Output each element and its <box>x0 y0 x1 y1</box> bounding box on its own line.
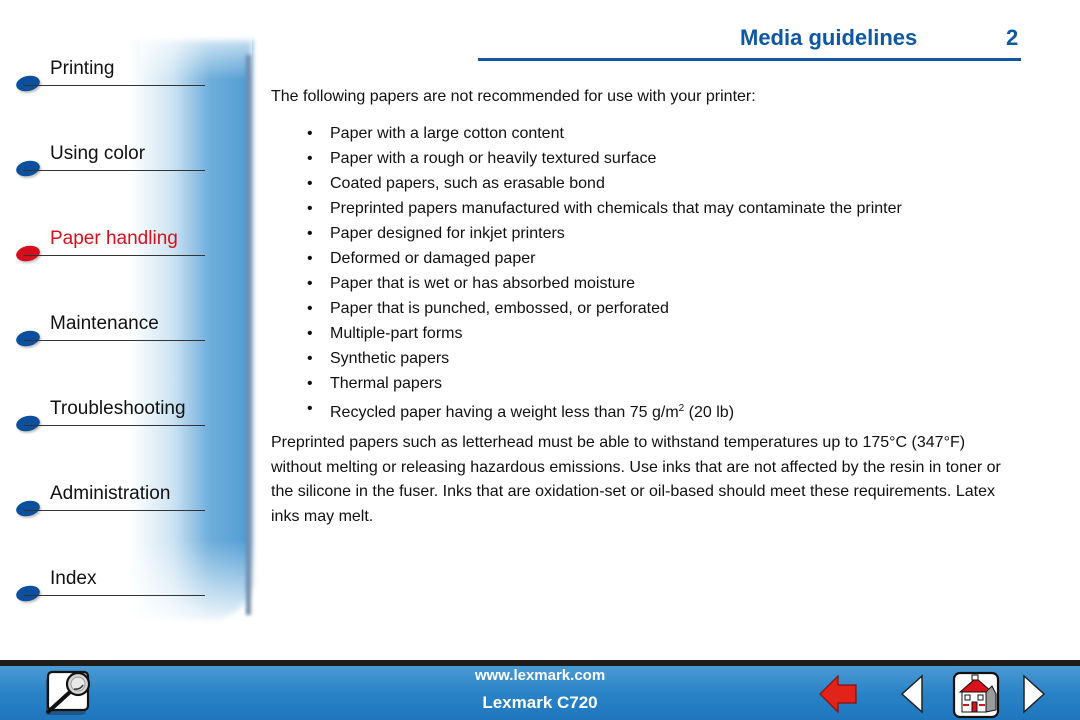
list-item-text: Deformed or damaged paper <box>330 250 536 267</box>
list-item-text: Paper that is wet or has absorbed moistu… <box>330 275 636 292</box>
sidebar-item-label: Troubleshooting <box>50 398 186 419</box>
bullet-dot-icon <box>14 498 42 519</box>
list-item: • Paper that is punched, embossed, or per… <box>271 296 1031 321</box>
bullet-dot-icon <box>14 243 42 264</box>
sidebar-item-label: Using color <box>50 143 146 164</box>
bullet-icon: • <box>307 300 313 317</box>
header-divider <box>478 58 1021 61</box>
list-item-text: Coated papers, such as erasable bond <box>330 175 605 192</box>
bullet-icon: • <box>307 200 313 217</box>
bullet-icon: • <box>307 175 313 192</box>
bullet-dot-icon <box>14 328 42 349</box>
bullet-icon: • <box>307 325 313 342</box>
bullet-icon: • <box>307 275 313 292</box>
not-recommended-papers-list: • Paper with a large cotton content • Pape… <box>271 121 1031 421</box>
back-button[interactable] <box>818 674 858 714</box>
list-item-text: Paper with a rough or heavily textured s… <box>330 150 657 167</box>
list-item-text: Paper that is punched, embossed, or perf… <box>330 300 669 317</box>
home-icon <box>952 671 1000 719</box>
page-number: 2 <box>1006 25 1019 50</box>
bullet-icon: • <box>307 350 313 367</box>
bullet-icon: • <box>307 225 313 242</box>
list-item: • Paper with a large cotton content <box>271 121 1031 146</box>
preprinted-papers-paragraph: Preprinted papers such as letterhead mus… <box>271 434 1001 525</box>
back-arrow-icon <box>819 674 857 714</box>
list-item-text: Paper designed for inkjet printers <box>330 225 565 242</box>
list-item-text: Preprinted papers manufactured with chem… <box>330 200 902 217</box>
bullet-icon: • <box>307 150 313 167</box>
list-item: • Deformed or damaged paper <box>271 246 1031 271</box>
bullet-icon: • <box>307 125 313 142</box>
bullet-dot-icon <box>14 413 42 434</box>
sidebar-item-label: Administration <box>50 483 171 504</box>
list-item: • Coated papers, such as erasable bond <box>271 171 1031 196</box>
list-item-text-after: (20 lb) <box>684 404 735 421</box>
list-item-text: Thermal papers <box>330 375 443 392</box>
sidebar-item-printing[interactable]: Printing <box>14 58 206 98</box>
list-item: • Paper designed for inkjet printers <box>271 221 1031 246</box>
home-button[interactable] <box>950 670 1002 720</box>
website-link-text[interactable]: www.lexmark.com <box>475 667 605 684</box>
list-item: • Thermal papers <box>271 371 1031 396</box>
sidebar-item-index[interactable]: Index <box>14 568 206 608</box>
bullet-dot-icon <box>14 583 42 604</box>
next-page-button[interactable] <box>1022 674 1046 714</box>
list-item-text: Multiple-part forms <box>330 325 463 342</box>
sidebar-item-paper-handling[interactable]: Paper handling <box>14 228 206 268</box>
sidebar-item-using-color[interactable]: Using color <box>14 143 206 183</box>
sidebar-item-underline <box>24 170 205 171</box>
intro-text: The following papers are not recommended… <box>271 88 756 105</box>
sidebar-item-label: Printing <box>50 58 115 79</box>
main-content: The following papers are not recommended… <box>271 87 1031 529</box>
sidebar-item-maintenance[interactable]: Maintenance <box>14 313 206 353</box>
sidebar-item-label: Paper handling <box>50 228 178 249</box>
list-item: • Recycled paper having a weight less tha… <box>271 396 1031 421</box>
sidebar-item-label: Maintenance <box>50 313 159 334</box>
footer-toolbar: www.lexmark.com Lexmark C720 <box>0 660 1080 720</box>
bullet-dot-icon <box>14 158 42 179</box>
list-item: • Synthetic papers <box>271 346 1031 371</box>
list-item-text-before: Recycled paper having a weight less than… <box>330 404 679 421</box>
sidebar-item-underline <box>24 255 205 256</box>
sidebar-item-underline <box>24 510 205 511</box>
list-item: • Preprinted papers manufactured with che… <box>271 196 1031 221</box>
sidebar-item-underline <box>24 595 205 596</box>
sidebar-item-underline <box>24 85 205 86</box>
next-page-icon <box>1023 674 1046 714</box>
bullet-icon: • <box>307 250 313 267</box>
list-item: • Paper with a rough or heavily textured … <box>271 146 1031 171</box>
product-name-text: Lexmark C720 <box>482 693 598 712</box>
previous-page-button[interactable] <box>900 674 924 714</box>
sidebar-nav: Printing Using color Paper handling Main… <box>0 0 270 660</box>
list-item: • Multiple-part forms <box>271 321 1031 346</box>
previous-page-icon <box>900 674 923 714</box>
list-item-text: Paper with a large cotton content <box>330 125 564 142</box>
bullet-dot-icon <box>14 73 42 94</box>
bullet-icon: • <box>307 375 313 392</box>
sidebar-item-label: Index <box>50 568 97 589</box>
sidebar-item-troubleshooting[interactable]: Troubleshooting <box>14 398 206 438</box>
bullet-icon: • <box>307 400 313 417</box>
list-item: • Paper that is wet or has absorbed moist… <box>271 271 1031 296</box>
sidebar-item-underline <box>24 425 205 426</box>
sidebar-item-administration[interactable]: Administration <box>14 483 206 523</box>
page-title: Media guidelines <box>740 25 918 50</box>
sidebar-edge-shadow <box>246 55 252 615</box>
sidebar-item-underline <box>24 340 205 341</box>
list-item-text: Synthetic papers <box>330 350 450 367</box>
